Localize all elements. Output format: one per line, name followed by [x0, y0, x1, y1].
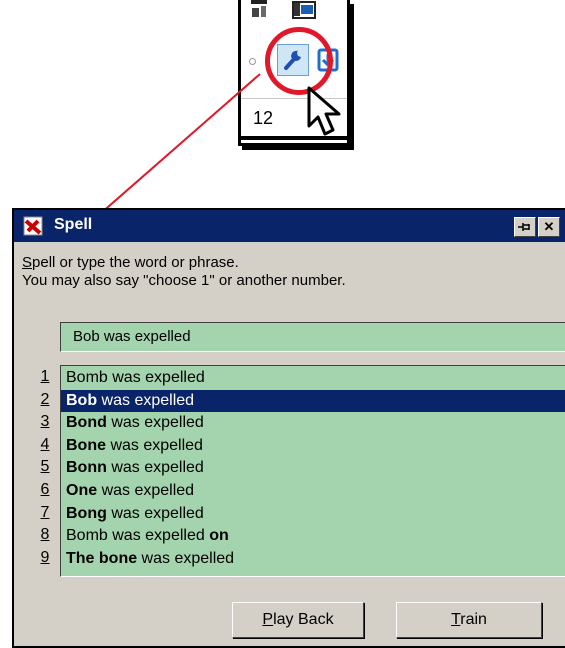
instruction-text: Spell or type the word or phrase. You ma… — [22, 254, 346, 289]
train-button[interactable]: Train — [396, 602, 542, 638]
choice-number[interactable]: 3 — [32, 411, 58, 434]
choice-number[interactable]: 4 — [32, 434, 58, 457]
choice-number[interactable]: 5 — [32, 456, 58, 479]
choice-number[interactable]: 6 — [32, 479, 58, 502]
count-value: 12 — [253, 108, 274, 128]
choice-item[interactable]: Bond was expelled — [61, 412, 565, 435]
choice-numbers: 123456789 — [32, 366, 58, 569]
choice-item[interactable]: Bomb was expelled — [61, 367, 565, 390]
choice-item[interactable]: Bomb was expelled on — [61, 525, 565, 548]
mouse-cursor-icon — [307, 86, 341, 136]
choice-number[interactable]: 9 — [32, 547, 58, 570]
choice-item[interactable]: Bonn was expelled — [61, 457, 565, 480]
spell-dialog: Spell ✕ Spell or type the word or phrase… — [12, 208, 565, 648]
close-icon: ✕ — [543, 219, 555, 234]
spell-input[interactable]: Bob was expelled — [60, 322, 565, 352]
choice-item[interactable]: The bone was expelled — [61, 548, 565, 571]
choice-item[interactable]: One was expelled — [61, 480, 565, 503]
zoomed-toolbar-inset: 12 — [238, 0, 350, 146]
toolbar-grip — [249, 58, 256, 65]
notes-icon[interactable] — [291, 0, 319, 22]
choice-item[interactable]: Bone was expelled — [61, 435, 565, 458]
pin-icon — [518, 223, 530, 231]
choice-item[interactable]: Bong was expelled — [61, 503, 565, 526]
play-back-button[interactable]: Play Back — [232, 602, 364, 638]
dialog-title: Spell — [54, 216, 93, 233]
inset-bottom-border — [241, 136, 347, 140]
choice-number[interactable]: 2 — [32, 389, 58, 412]
choice-item[interactable]: Bob was expelled — [61, 389, 565, 413]
titlebar: Spell ✕ — [14, 210, 565, 242]
choice-number[interactable]: 7 — [32, 502, 58, 525]
choice-number[interactable]: 1 — [32, 366, 58, 389]
highlight-circle — [265, 27, 333, 95]
choice-number[interactable]: 8 — [32, 524, 58, 547]
choice-list[interactable]: Bomb was expelled Bob was expelled Bond wa… — [60, 365, 565, 577]
speak-icon[interactable] — [249, 0, 271, 22]
close-button[interactable]: ✕ — [538, 217, 560, 237]
pin-button[interactable] — [514, 217, 536, 237]
spell-app-icon — [23, 216, 43, 236]
